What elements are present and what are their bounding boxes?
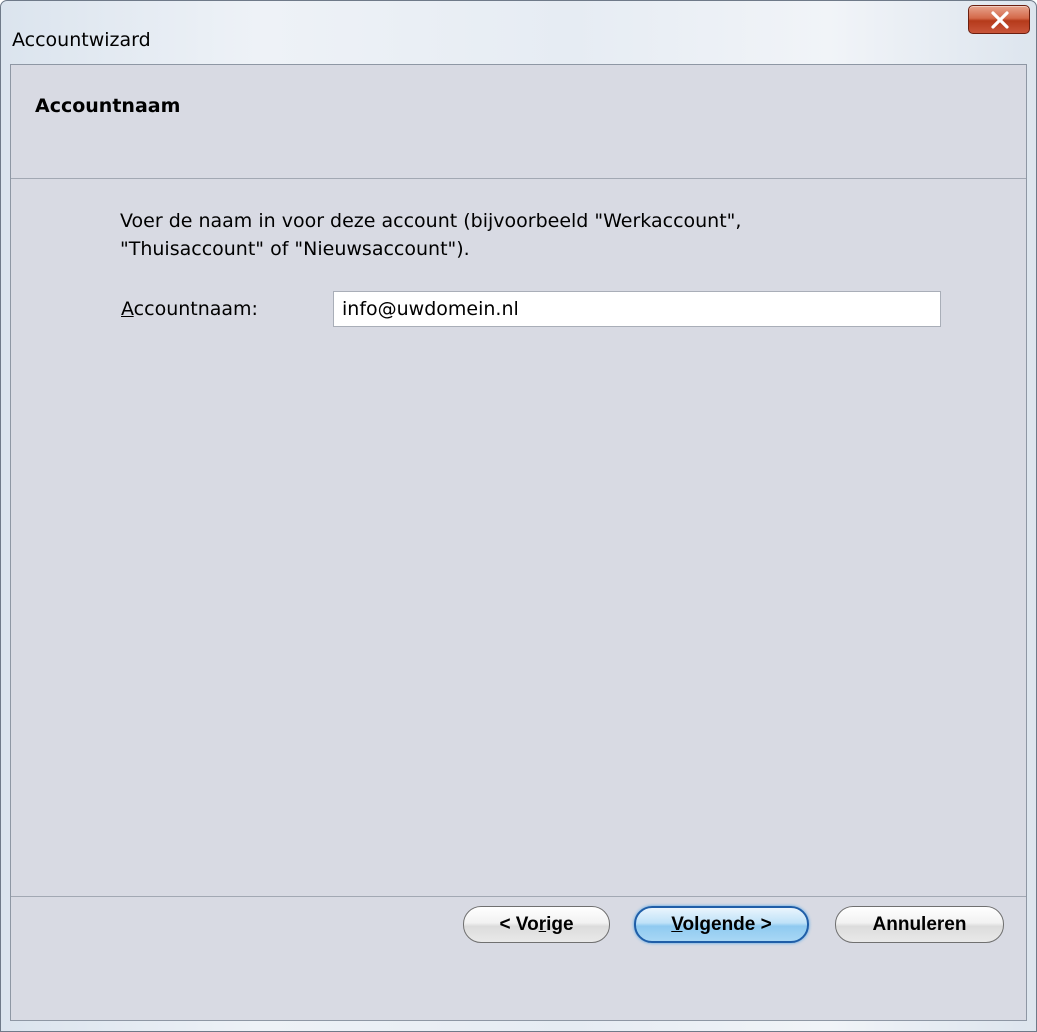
instruction-line-1: Voer de naam in voor deze account (bijvo… <box>120 210 742 232</box>
next-button-mnemonic: V <box>671 914 683 935</box>
page-title: Accountnaam <box>35 95 181 117</box>
cancel-button[interactable]: Annuleren <box>835 906 1004 943</box>
dialog-window: Accountwizard Accountnaam Voer de naam i… <box>0 0 1037 1032</box>
back-button-mnemonic: r <box>538 914 547 935</box>
account-name-input[interactable] <box>333 291 941 327</box>
instruction-text: Voer de naam in voor deze account (bijvo… <box>120 207 880 263</box>
back-button[interactable]: < Vorige <box>463 906 610 943</box>
wizard-header: Accountnaam <box>11 65 1026 179</box>
instruction-line-2: "Thuisaccount" of "Nieuwsaccount"). <box>120 238 470 260</box>
footer-divider <box>11 896 1026 897</box>
back-button-prefix: < Vo <box>499 914 539 935</box>
next-button[interactable]: Volgende > <box>634 906 809 943</box>
account-name-label-text: ccountnaam: <box>133 298 258 320</box>
account-name-label: Accountnaam: <box>121 298 258 320</box>
window-title: Accountwizard <box>12 29 151 51</box>
close-button[interactable] <box>968 5 1030 34</box>
account-name-label-mnemonic: A <box>121 298 134 320</box>
back-button-suffix: ige <box>546 914 574 935</box>
close-icon <box>991 11 1009 29</box>
dialog-content: Accountnaam Voer de naam in voor deze ac… <box>10 64 1027 1021</box>
next-button-label: olgende > <box>682 914 772 935</box>
